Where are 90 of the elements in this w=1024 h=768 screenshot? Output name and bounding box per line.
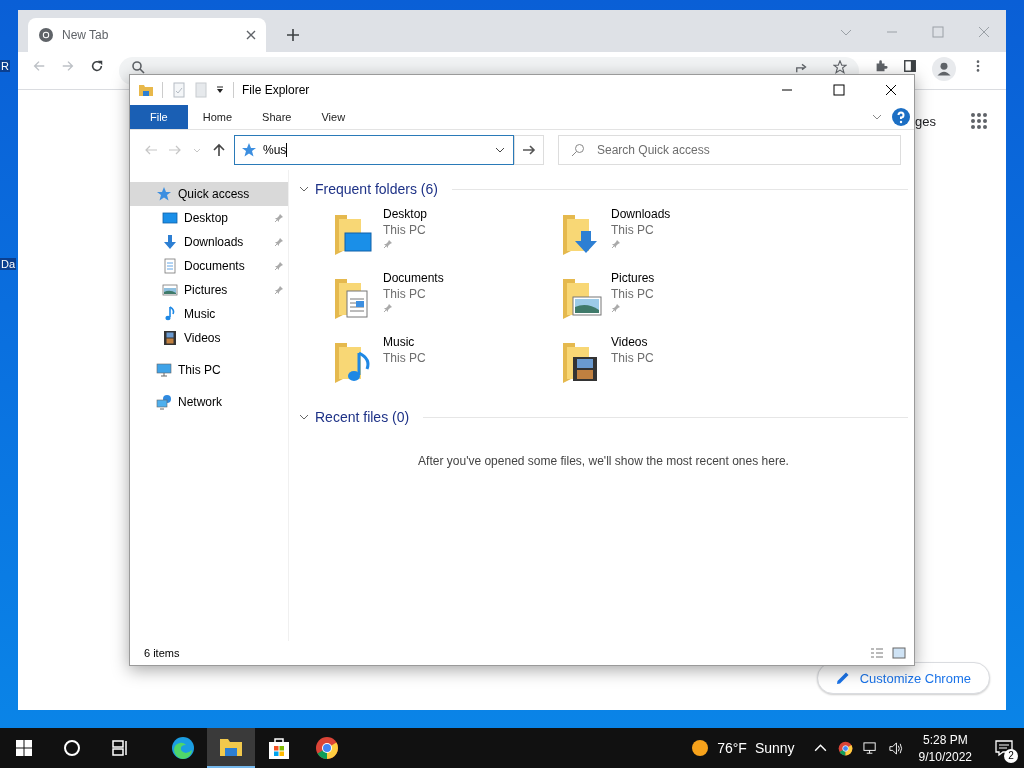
nav-item[interactable]: Pictures bbox=[130, 278, 288, 302]
document-icon bbox=[162, 258, 178, 274]
sun-icon bbox=[691, 739, 710, 757]
nav-item[interactable]: Network bbox=[130, 390, 288, 414]
dropdown-icon[interactable] bbox=[215, 85, 225, 95]
clock-time[interactable]: 5:28 PM bbox=[922, 732, 968, 747]
pencil-icon bbox=[835, 671, 850, 685]
star-icon bbox=[241, 142, 257, 158]
folder-location: This PC bbox=[383, 351, 426, 365]
desktop-icon bbox=[162, 210, 178, 226]
nav-item[interactable]: Downloads bbox=[130, 230, 288, 254]
new-tab-icon[interactable] bbox=[286, 28, 300, 42]
folder-name: Videos bbox=[611, 335, 649, 349]
folder-tile[interactable]: Downloads This PC bbox=[559, 206, 787, 270]
folder-location: This PC bbox=[383, 223, 427, 237]
chevron-icon[interactable] bbox=[495, 145, 505, 155]
weather-condition[interactable]: Sunny bbox=[754, 740, 795, 756]
folder-tile[interactable]: Videos This PC bbox=[559, 334, 787, 398]
folder-tile[interactable]: Documents This PC bbox=[331, 270, 559, 334]
search-icon bbox=[571, 143, 585, 157]
volume-icon[interactable] bbox=[887, 740, 903, 756]
image-icon bbox=[162, 282, 178, 298]
avatar-icon[interactable] bbox=[932, 57, 956, 81]
apps-grid-icon[interactable] bbox=[970, 112, 988, 130]
section-header[interactable]: Recent files (0) bbox=[299, 406, 908, 428]
folder-icon bbox=[138, 82, 154, 98]
folder-tile[interactable]: Desktop This PC bbox=[331, 206, 559, 270]
search-icon[interactable] bbox=[63, 739, 81, 757]
browser-tab[interactable]: New Tab bbox=[28, 18, 266, 52]
item-count: 6 items bbox=[144, 647, 180, 659]
nav-item[interactable]: Quick access bbox=[130, 182, 288, 206]
help-icon[interactable] bbox=[892, 108, 910, 126]
download-arrow-icon bbox=[162, 234, 178, 250]
shopping-bag-icon bbox=[267, 736, 291, 760]
reload-icon[interactable] bbox=[90, 59, 104, 73]
chrome-icon bbox=[38, 27, 54, 43]
nav-item[interactable]: Music bbox=[130, 302, 288, 326]
nav-item[interactable]: Documents bbox=[130, 254, 288, 278]
folder-name: Documents bbox=[383, 271, 444, 285]
folder-location: This PC bbox=[383, 287, 427, 301]
network-icon bbox=[156, 394, 172, 410]
notification-badge: 2 bbox=[1004, 749, 1018, 763]
ribbon-tab[interactable]: Share bbox=[247, 105, 307, 129]
monitor-icon bbox=[156, 362, 172, 378]
customize-chrome-button[interactable]: Customize Chrome bbox=[816, 662, 990, 694]
folder-name: Downloads bbox=[611, 207, 671, 221]
task-view-icon[interactable] bbox=[111, 739, 129, 757]
close-icon[interactable] bbox=[246, 30, 256, 40]
folder-tile[interactable]: Pictures This PC bbox=[559, 270, 787, 334]
nav-item[interactable]: Videos bbox=[130, 326, 288, 350]
wave-logo-icon bbox=[171, 736, 195, 760]
folder-location: This PC bbox=[611, 351, 654, 365]
film-icon bbox=[162, 330, 178, 346]
start-icon[interactable] bbox=[15, 739, 33, 757]
folder-location: This PC bbox=[611, 287, 655, 301]
desktop-icon-label: Da bbox=[0, 258, 17, 270]
ribbon-tab[interactable]: View bbox=[306, 105, 361, 129]
folder-name: Pictures bbox=[611, 271, 655, 285]
ribbon-tab[interactable]: Home bbox=[187, 105, 248, 129]
clock-date[interactable]: 9/10/2022 bbox=[918, 749, 972, 764]
images-link[interactable]: ges bbox=[915, 113, 936, 129]
folder-location: This PC bbox=[611, 223, 655, 237]
empty-message: After you've opened some files, we'll show the most recent ones here. bbox=[417, 454, 790, 468]
address-field[interactable]: %us bbox=[234, 135, 514, 165]
arrow-icon bbox=[522, 143, 536, 157]
notification-icon[interactable] bbox=[995, 739, 1013, 757]
star-icon bbox=[156, 186, 172, 202]
folder-name: Music bbox=[383, 335, 416, 349]
folder-tile[interactable]: Music This PC bbox=[331, 334, 559, 398]
network-icon[interactable] bbox=[862, 740, 878, 756]
section-header[interactable]: Frequent folders (6) bbox=[299, 178, 908, 200]
nav-item[interactable]: This PC bbox=[130, 358, 288, 382]
folder-name: Desktop bbox=[383, 207, 428, 221]
up-icon[interactable] bbox=[212, 143, 226, 157]
puzzle-icon[interactable] bbox=[874, 59, 888, 73]
taskbar-app[interactable] bbox=[207, 728, 255, 768]
tab-title: New Tab bbox=[62, 28, 109, 42]
chrome-icon bbox=[315, 736, 339, 760]
weather-temperature[interactable]: 76°F bbox=[717, 740, 747, 756]
nav-item[interactable]: Desktop bbox=[130, 206, 288, 230]
desktop-icon-label: R bbox=[0, 60, 10, 72]
go-button[interactable] bbox=[514, 135, 544, 165]
chrome-icon[interactable] bbox=[837, 740, 853, 756]
sidebar-icon[interactable] bbox=[903, 59, 917, 73]
large-icons-view-icon[interactable] bbox=[892, 646, 906, 660]
search-field[interactable]: Search Quick access bbox=[558, 135, 901, 165]
window-title: File Explorer bbox=[242, 83, 310, 97]
ribbon-tab[interactable]: File bbox=[130, 105, 188, 129]
search-icon bbox=[131, 60, 145, 74]
star-icon[interactable] bbox=[833, 60, 847, 74]
